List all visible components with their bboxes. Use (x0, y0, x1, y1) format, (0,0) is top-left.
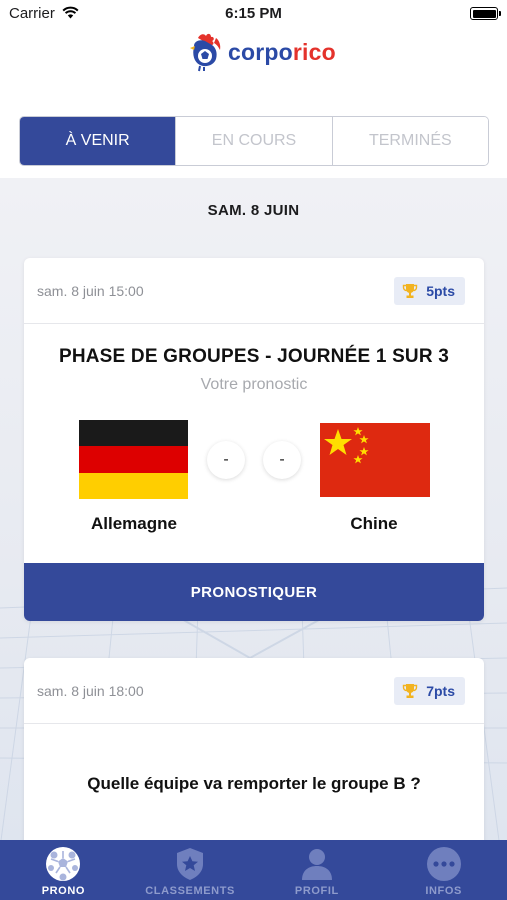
tab-termines[interactable]: TERMINÉS (332, 117, 488, 165)
nav-prono[interactable]: PRONO (0, 840, 127, 900)
brand-logo: corporico (188, 32, 336, 72)
home-score-input[interactable]: - (207, 441, 245, 479)
china-flag (320, 423, 430, 497)
question-datetime: sam. 8 juin 18:00 (37, 683, 144, 699)
match-list[interactable]: SAM. 8 JUIN sam. 8 juin 15:00 5pts PHASE… (0, 178, 507, 840)
match-datetime: sam. 8 juin 15:00 (37, 283, 144, 299)
question-card-header: sam. 8 juin 18:00 7pts (24, 658, 484, 724)
away-score-input[interactable]: - (263, 441, 301, 479)
tab-en-cours[interactable]: EN COURS (176, 117, 333, 165)
germany-flag (79, 420, 188, 499)
match-card-header: sam. 8 juin 15:00 5pts (24, 258, 484, 324)
prediction-subtitle: Votre pronostic (200, 376, 308, 393)
predict-button[interactable]: PRONOSTIQUER (24, 563, 484, 621)
match-card: sam. 8 juin 15:00 5pts PHASE DE GROUPES … (24, 258, 484, 621)
status-time: 6:15 PM (225, 5, 282, 22)
bottom-nav: PRONO CLASSEMENTS PROFIL INFOS (0, 840, 507, 900)
match-status-tabs: À VENIR EN COURS TERMINÉS (19, 116, 489, 166)
brand-name: corporico (228, 38, 336, 65)
away-team-name: Chine (350, 514, 398, 533)
app-header: corporico À VENIR EN COURS TERMINÉS (0, 28, 507, 178)
rooster-icon (190, 33, 221, 72)
bonus-question: Quelle équipe va remporter le groupe B ? (87, 774, 421, 793)
nav-classements[interactable]: CLASSEMENTS (127, 840, 254, 900)
nav-label-prono: PRONO (41, 885, 86, 897)
home-team-name: Allemagne (91, 514, 177, 533)
tab-a-venir[interactable]: À VENIR (20, 117, 177, 165)
more-icon (426, 847, 461, 881)
nav-label-classements: CLASSEMENTS (145, 885, 235, 897)
soccer-ball-icon (46, 847, 81, 881)
star-badge-icon (177, 848, 204, 880)
match-phase: PHASE DE GROUPES - JOURNÉE 1 SUR 3 (58, 346, 450, 367)
trophy-icon (403, 684, 418, 698)
trophy-icon (403, 284, 418, 298)
nav-infos[interactable]: INFOS (380, 840, 507, 900)
points-badge: 7pts (394, 677, 465, 705)
points-badge: 5pts (394, 277, 465, 305)
question-card: sam. 8 juin 18:00 7pts Quelle équipe va … (24, 658, 484, 840)
user-icon (301, 849, 332, 880)
nav-label-profil: PROFIL (294, 885, 339, 897)
status-bar: Carrier 6:15 PM (0, 0, 507, 28)
nav-profil[interactable]: PROFIL (254, 840, 381, 900)
points-value: 5pts (426, 283, 455, 299)
points-value: 7pts (426, 683, 455, 699)
date-header: SAM. 8 JUIN (207, 202, 300, 219)
battery-icon (470, 7, 501, 20)
nav-label-infos: INFOS (425, 885, 462, 897)
